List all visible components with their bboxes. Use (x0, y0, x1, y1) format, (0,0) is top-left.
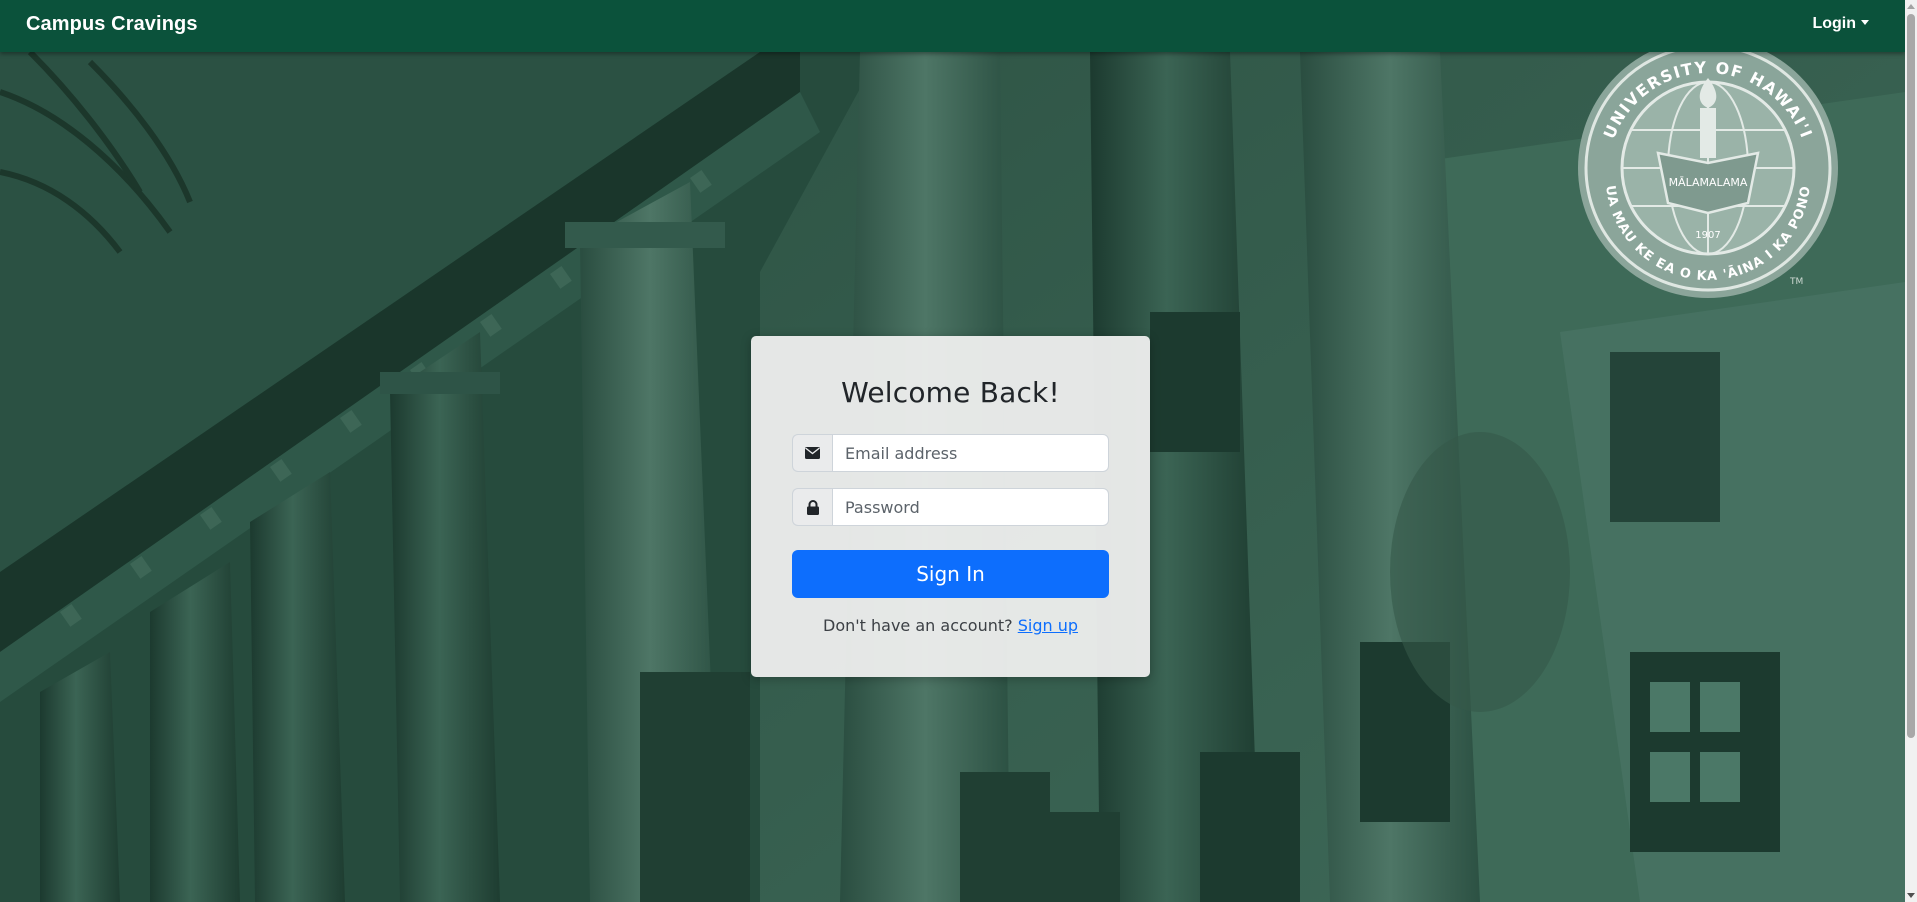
sign-in-button[interactable]: Sign In (792, 550, 1109, 598)
caret-down-icon (1861, 20, 1869, 25)
lock-icon (792, 488, 832, 526)
signup-prompt-line: Don't have an account? Sign up (751, 616, 1150, 635)
signup-prompt-text: Don't have an account? (823, 616, 1013, 635)
login-card: Welcome Back! Sign In Don't have an acc (751, 336, 1150, 677)
seal-trademark: TM (1789, 277, 1803, 287)
password-field[interactable] (832, 488, 1109, 526)
scroll-up-arrow-icon[interactable] (1907, 4, 1915, 9)
login-title: Welcome Back! (841, 376, 1060, 409)
scroll-down-arrow-icon[interactable] (1907, 893, 1915, 898)
sign-up-link[interactable]: Sign up (1018, 616, 1078, 635)
scrollbar-thumb[interactable] (1907, 14, 1915, 738)
email-field[interactable] (832, 434, 1109, 472)
seal-year: 1907 (1695, 230, 1720, 241)
page: Campus Cravings Login MĀLAMALAMA 1907 UN… (0, 0, 1917, 902)
email-input-group (792, 434, 1109, 472)
password-input-group (792, 488, 1109, 526)
vertical-scrollbar[interactable] (1905, 0, 1917, 902)
login-dropdown[interactable]: Login (1812, 15, 1869, 33)
login-dropdown-label: Login (1812, 15, 1856, 32)
university-seal-logo: MĀLAMALAMA 1907 UNIVERSITY OF HAWAI'I UA… (1578, 38, 1838, 298)
brand-link[interactable]: Campus Cravings (26, 13, 198, 36)
seal-banner-text: MĀLAMALAMA (1669, 176, 1748, 189)
top-navbar: Campus Cravings Login (0, 0, 1905, 52)
envelope-icon (792, 434, 832, 472)
